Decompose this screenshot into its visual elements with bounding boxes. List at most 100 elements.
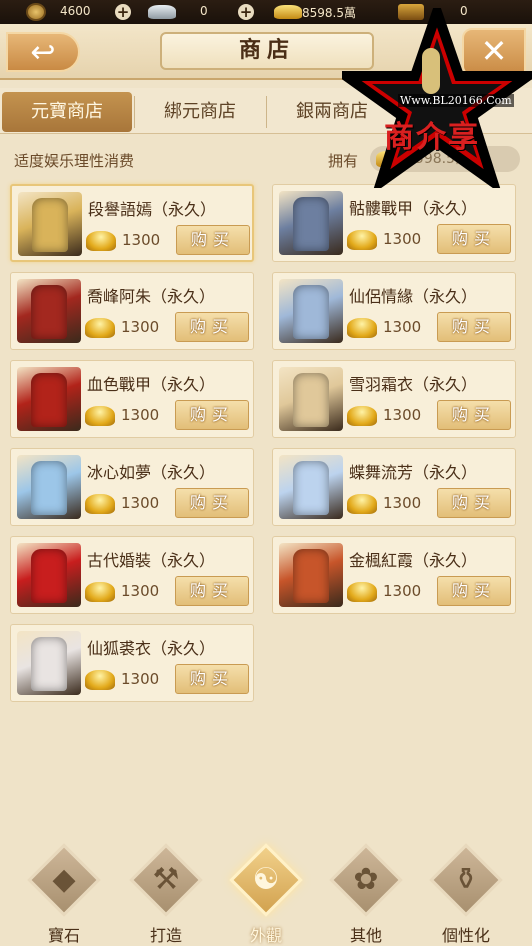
item-name: 冰心如夢（永久） <box>87 463 216 482</box>
moderation-notice: 适度娱乐理性消费 <box>14 152 135 170</box>
shop-item-card[interactable]: 仙侶情緣（永久） 1300 购买 <box>272 272 516 350</box>
add-silver-button[interactable]: + <box>238 4 254 20</box>
buy-button[interactable]: 购买 <box>437 312 511 342</box>
buy-button[interactable]: 购买 <box>175 312 249 342</box>
costume-thumbnail <box>17 631 81 695</box>
shop-item-card[interactable]: 雪羽霜衣（永久） 1300 购买 <box>272 360 516 438</box>
costume-thumbnail <box>17 367 81 431</box>
costume-thumbnail <box>279 367 343 431</box>
mask-icon: ☯ <box>252 862 280 897</box>
tab-label: 綁元商店 <box>164 101 236 122</box>
item-price: 1300 <box>383 582 422 600</box>
coin-value: 4600 <box>60 4 91 18</box>
nav-item[interactable]: ✿ 其他 <box>326 843 406 946</box>
tab-label: 元寶商店 <box>31 101 103 122</box>
gold-ingot-icon <box>85 670 115 690</box>
item-name: 仙狐裘衣（永久） <box>87 639 216 658</box>
costume-thumbnail <box>279 191 343 255</box>
nav-label: 打造 <box>149 926 182 945</box>
item-price: 1300 <box>383 318 422 336</box>
microphone-icon <box>422 48 440 94</box>
buy-button[interactable]: 购买 <box>437 488 511 518</box>
costume-figure-icon <box>31 549 67 603</box>
item-price: 1300 <box>383 230 422 248</box>
shop-item-card[interactable]: 仙狐裘衣（永久） 1300 购买 <box>10 624 254 702</box>
watermark-logo-text: 商介享 <box>384 120 480 155</box>
item-price: 1300 <box>121 582 160 600</box>
silver-value: 0 <box>200 4 208 18</box>
buy-button[interactable]: 购买 <box>175 664 249 694</box>
item-price: 1300 <box>383 406 422 424</box>
costume-figure-icon <box>31 373 67 427</box>
shop-item-card[interactable]: 喬峰阿朱（永久） 1300 购买 <box>10 272 254 350</box>
costume-figure-icon <box>31 285 67 339</box>
costume-figure-icon <box>31 461 67 515</box>
costume-thumbnail <box>17 543 81 607</box>
item-name: 血色戰甲（永久） <box>87 375 216 394</box>
costume-figure-icon <box>293 197 329 251</box>
shop-item-card[interactable]: 古代婚裝（永久） 1300 购买 <box>10 536 254 614</box>
gold-ingot-icon <box>347 406 377 426</box>
costume-figure-icon <box>293 549 329 603</box>
tab-divider <box>134 96 135 128</box>
item-price: 1300 <box>121 318 160 336</box>
add-coins-button[interactable]: + <box>115 4 131 20</box>
costume-figure-icon <box>293 461 329 515</box>
gold-ingot-icon <box>85 318 115 338</box>
buy-button[interactable]: 购买 <box>175 576 249 606</box>
watermark-url: Www.BL20166.Com <box>398 94 514 107</box>
gold-ingot-icon <box>347 494 377 514</box>
flower-icon: ✿ <box>353 862 379 897</box>
back-arrow-icon: ↩ <box>30 34 56 70</box>
nav-item[interactable]: ☯ 外觀 <box>226 843 306 946</box>
nav-label: 其他 <box>349 926 382 945</box>
coin-icon <box>26 3 46 21</box>
costume-thumbnail <box>279 279 343 343</box>
shop-item-card[interactable]: 冰心如夢（永久） 1300 购买 <box>10 448 254 526</box>
gem-icon: ◆ <box>52 862 76 897</box>
shop-item-card[interactable]: 蝶舞流芳（永久） 1300 购买 <box>272 448 516 526</box>
costume-figure-icon <box>31 637 67 691</box>
buy-button[interactable]: 购买 <box>175 400 249 430</box>
shop-item-card[interactable]: 段譽語嫣（永久） 1300 购买 <box>10 184 254 262</box>
coin-currency <box>26 0 46 24</box>
shop-item-card[interactable]: 骷髏戰甲（永久） 1300 购买 <box>272 184 516 262</box>
nav-item[interactable]: ◆ 寶石 <box>24 843 104 946</box>
back-button[interactable]: ↩ <box>6 32 80 72</box>
nav-item[interactable]: ⚒ 打造 <box>126 843 206 946</box>
costume-figure-icon <box>293 373 329 427</box>
shop-item-card[interactable]: 金楓紅霞（永久） 1300 购买 <box>272 536 516 614</box>
gold-ingot-icon <box>85 406 115 426</box>
tab-bound-yuan-shop[interactable]: 綁元商店 <box>136 92 264 132</box>
gold-currency <box>274 0 302 24</box>
buy-button[interactable]: 购买 <box>437 576 511 606</box>
item-price: 1300 <box>121 670 160 688</box>
item-name: 段譽語嫣（永久） <box>88 200 217 219</box>
costume-figure-icon <box>32 198 68 252</box>
item-name: 雪羽霜衣（永久） <box>349 375 478 394</box>
gold-ingot-icon <box>274 5 302 19</box>
item-name: 仙侶情緣（永久） <box>349 287 478 306</box>
buy-button[interactable]: 购买 <box>175 488 249 518</box>
nav-item[interactable]: ⚱ 個性化 <box>426 843 506 946</box>
shop-item-card[interactable]: 血色戰甲（永久） 1300 购买 <box>10 360 254 438</box>
costume-thumbnail <box>17 455 81 519</box>
tab-yuanbao-shop[interactable]: 元寶商店 <box>2 92 132 132</box>
gold-ingot-icon <box>85 494 115 514</box>
item-price: 1300 <box>121 494 160 512</box>
silver-ingot-icon <box>148 5 176 19</box>
nav-label: 個性化 <box>441 926 490 945</box>
costume-thumbnail <box>18 192 82 256</box>
vase-icon: ⚱ <box>453 862 479 897</box>
anvil-icon: ⚒ <box>152 862 180 897</box>
nav-label: 外觀 <box>249 926 282 945</box>
buy-button[interactable]: 购买 <box>437 400 511 430</box>
gold-ingot-icon <box>85 582 115 602</box>
gold-ingot-icon <box>347 582 377 602</box>
buy-button[interactable]: 购买 <box>176 225 250 255</box>
costume-thumbnail <box>279 455 343 519</box>
buy-button[interactable]: 购买 <box>437 224 511 254</box>
tab-divider <box>266 96 267 128</box>
item-price: 1300 <box>121 406 160 424</box>
item-name: 古代婚裝（永久） <box>87 551 216 570</box>
